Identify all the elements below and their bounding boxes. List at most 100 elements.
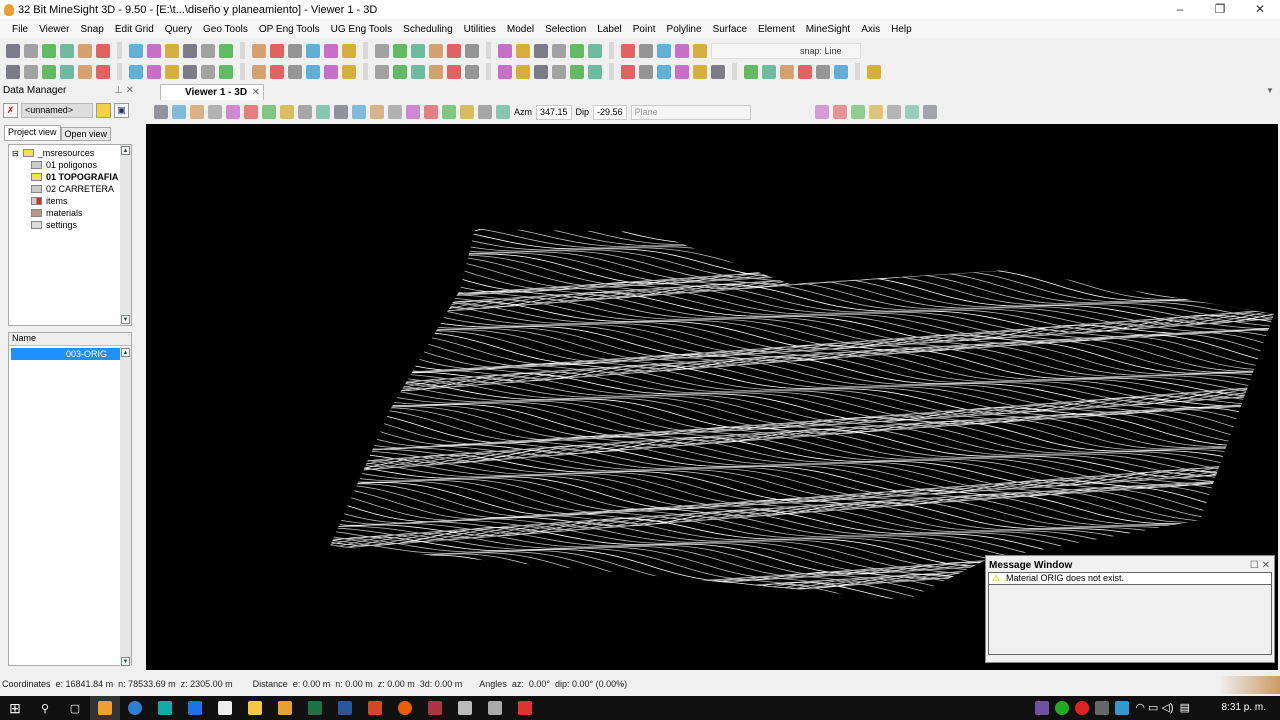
toolbar-tool-icon[interactable]: [129, 43, 143, 58]
toolbar-tool-icon[interactable]: [96, 64, 110, 79]
toolbar-tool-icon[interactable]: [252, 64, 266, 79]
toolbar-tool-icon[interactable]: [498, 64, 512, 79]
toolbar-tool-icon[interactable]: [657, 43, 671, 58]
toolbar-tool-icon[interactable]: [675, 43, 689, 58]
toolbar-tool-icon[interactable]: [693, 43, 707, 58]
toolbar-tool-icon[interactable]: [342, 64, 356, 79]
tree-item[interactable]: 01 TOPOGRAFIA: [31, 172, 118, 182]
toolbar-tool-icon[interactable]: [165, 43, 179, 58]
viewer-tool-icon[interactable]: [496, 105, 510, 119]
toolbar-tool-icon[interactable]: [201, 43, 215, 58]
toolbar-grip[interactable]: [117, 42, 122, 59]
toolbar-grip[interactable]: [855, 63, 860, 80]
tree-item[interactable]: 02 CARRETERA: [31, 184, 114, 194]
powerpoint-icon[interactable]: [360, 696, 390, 720]
excel-icon[interactable]: [300, 696, 330, 720]
dip-input[interactable]: -29.56: [593, 104, 627, 120]
toolbar-tool-icon[interactable]: [465, 64, 479, 79]
toolbar-tool-icon[interactable]: [129, 64, 143, 79]
toolbar-tool-icon[interactable]: [183, 64, 197, 79]
toolbar-tool-icon[interactable]: [711, 64, 725, 79]
tab-open-view[interactable]: Open view: [60, 127, 112, 141]
open-folder-icon[interactable]: [96, 102, 111, 118]
menu-minesight[interactable]: MineSight: [806, 24, 850, 35]
menu-op-eng-tools[interactable]: OP Eng Tools: [259, 24, 320, 35]
toolbar-tool-icon[interactable]: [6, 64, 20, 79]
start-icon[interactable]: ⊞: [0, 696, 30, 720]
system-tray[interactable]: ◠ ▭ ◁) ▤: [1035, 701, 1190, 715]
viewer-tool-icon[interactable]: [190, 105, 204, 119]
toolbar-tool-icon[interactable]: [516, 64, 530, 79]
toolbar-tool-icon[interactable]: [411, 43, 425, 58]
toolbar-tool-icon[interactable]: [24, 64, 38, 79]
close-tab-icon[interactable]: ✕: [252, 85, 260, 100]
menu-axis[interactable]: Axis: [861, 24, 880, 35]
viewer-tool-icon[interactable]: [814, 105, 829, 119]
viewer-tool-icon[interactable]: [208, 105, 222, 119]
word-icon[interactable]: [330, 696, 360, 720]
toolbar-tool-icon[interactable]: [78, 43, 92, 58]
tab-viewer-1[interactable]: Viewer 1 - 3D ✕: [160, 84, 264, 100]
task-view-icon[interactable]: ▢: [60, 696, 90, 720]
tree-item[interactable]: 01 poligonos: [31, 160, 97, 170]
project-name-field[interactable]: <unnamed>: [21, 102, 93, 118]
viewer-tool-icon[interactable]: [316, 105, 330, 119]
toolbar-grip[interactable]: [240, 42, 245, 59]
menu-polyline[interactable]: Polyline: [667, 24, 702, 35]
toolbar-tool-icon[interactable]: [465, 43, 479, 58]
tree-item[interactable]: settings: [31, 220, 77, 230]
menu-selection[interactable]: Selection: [545, 24, 586, 35]
toolbar-tool-icon[interactable]: [516, 43, 530, 58]
viewer-tool-icon[interactable]: [352, 105, 366, 119]
close-button[interactable]: ✕: [1240, 0, 1280, 19]
app-icon[interactable]: [510, 696, 540, 720]
toolbar-tool-icon[interactable]: [78, 64, 92, 79]
menu-query[interactable]: Query: [165, 24, 192, 35]
toolbar-tool-icon[interactable]: [762, 64, 776, 79]
toolbar-tool-icon[interactable]: [693, 64, 707, 79]
toolbar-tool-icon[interactable]: [552, 64, 566, 79]
viewer-tool-icon[interactable]: [334, 105, 348, 119]
toolbar-grip[interactable]: [240, 63, 245, 80]
toolbar-tool-icon[interactable]: [306, 64, 320, 79]
toolbar-tool-icon[interactable]: [744, 64, 758, 79]
viewer-tool-icon[interactable]: [886, 105, 901, 119]
toolbar-grip[interactable]: [363, 42, 368, 59]
toolbar-tool-icon[interactable]: [165, 64, 179, 79]
toolbar-tool-icon[interactable]: [411, 64, 425, 79]
toolbar-tool-icon[interactable]: [429, 43, 443, 58]
toolbar-tool-icon[interactable]: [60, 43, 74, 58]
menu-element[interactable]: Element: [758, 24, 795, 35]
menu-help[interactable]: Help: [891, 24, 912, 35]
toolbar-tool-icon[interactable]: [288, 43, 302, 58]
viewer-tool-icon[interactable]: [904, 105, 919, 119]
viewer-tool-icon[interactable]: [478, 105, 492, 119]
app-icon-v[interactable]: [120, 696, 150, 720]
toolbar-tool-icon[interactable]: [588, 43, 602, 58]
restore-button[interactable]: ❐: [1200, 0, 1240, 19]
app-icon[interactable]: [150, 696, 180, 720]
menu-snap[interactable]: Snap: [81, 24, 104, 35]
toolbar-tool-icon[interactable]: [816, 64, 830, 79]
toolbar-grip[interactable]: [609, 63, 614, 80]
toolbar-tool-icon[interactable]: [375, 64, 389, 79]
toolbar-tool-icon[interactable]: [639, 64, 653, 79]
search-icon[interactable]: ⚲: [30, 696, 60, 720]
toolbar-tool-icon[interactable]: [588, 64, 602, 79]
viewer-tool-icon[interactable]: [388, 105, 402, 119]
edge-icon[interactable]: [180, 696, 210, 720]
plane-field[interactable]: Plane: [630, 104, 751, 120]
viewer-tool-icon[interactable]: [424, 105, 438, 119]
menu-edit-grid[interactable]: Edit Grid: [115, 24, 154, 35]
store-icon[interactable]: [210, 696, 240, 720]
toolbar-tool-icon[interactable]: [219, 43, 233, 58]
viewer-tool-icon[interactable]: [280, 105, 294, 119]
toolbar-tool-icon[interactable]: [552, 43, 566, 58]
viewer-tool-icon[interactable]: [868, 105, 883, 119]
clear-project-icon[interactable]: ✗: [3, 102, 18, 118]
toolbar-tool-icon[interactable]: [24, 43, 38, 58]
media-icon[interactable]: [270, 696, 300, 720]
toolbar-tool-icon[interactable]: [219, 64, 233, 79]
toolbar-tool-icon[interactable]: [570, 64, 584, 79]
menu-utilities[interactable]: Utilities: [464, 24, 496, 35]
